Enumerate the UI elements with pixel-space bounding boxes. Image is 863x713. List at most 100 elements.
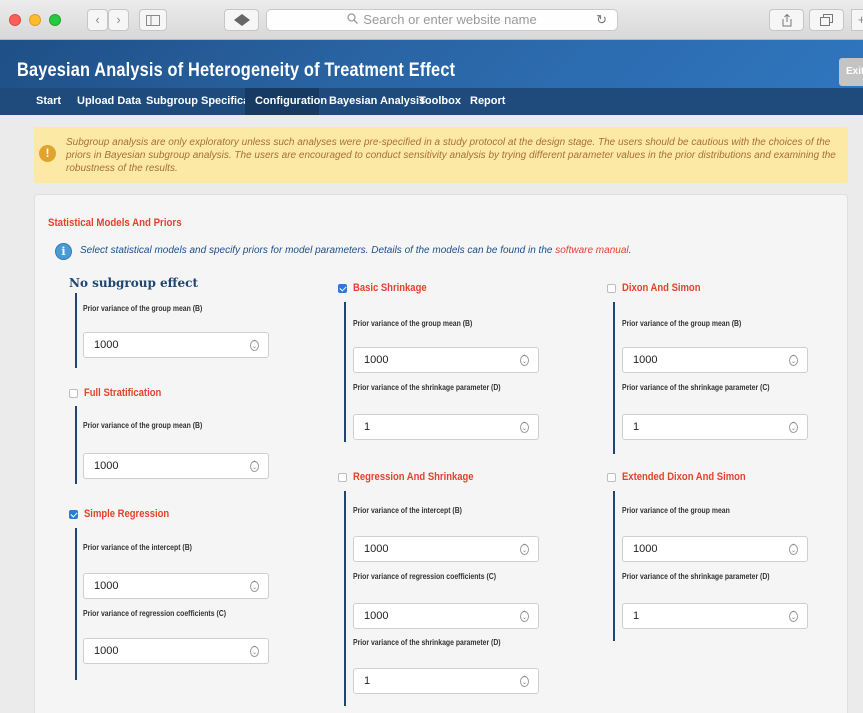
chevron-left-icon: ‹ — [95, 12, 100, 27]
tab-start[interactable]: Start — [26, 88, 71, 115]
input-value: 1000 — [633, 543, 658, 555]
search-icon — [347, 10, 359, 30]
panel-title: Statistical Models And Priors — [48, 217, 182, 229]
regression-shrinkage-d-label: Prior variance of the shrinkage paramete… — [353, 638, 501, 647]
simple-regression-b-label: Prior variance of the intercept (B) — [83, 543, 192, 552]
stepper-icon[interactable]: ⌃ ⌄ — [250, 581, 259, 592]
sidebar-icon — [146, 15, 160, 26]
tabs-icon — [820, 14, 833, 26]
extended-dixon-simon-bar — [613, 491, 615, 641]
regression-shrinkage-d-input[interactable]: 1 ⌃ ⌄ — [353, 668, 539, 694]
stepper-icon[interactable]: ⌃ ⌄ — [520, 676, 529, 687]
software-manual-link[interactable]: software manual — [555, 245, 628, 256]
share-button[interactable] — [769, 9, 804, 31]
extended-dixon-simon-toggle[interactable]: Extended Dixon And Simon — [607, 470, 766, 484]
input-value: 1000 — [94, 460, 119, 472]
dixon-simon-b-input[interactable]: 1000 ⌃ ⌄ — [622, 347, 808, 373]
full-stratification-checkbox[interactable] — [69, 388, 78, 398]
input-value: 1 — [364, 421, 371, 433]
stepper-icon[interactable]: ⌃ ⌄ — [789, 355, 798, 366]
tab-report[interactable]: Report — [460, 88, 515, 115]
tabs-button[interactable] — [809, 9, 844, 31]
basic-shrinkage-d-label: Prior variance of the shrinkage paramete… — [353, 383, 501, 392]
simple-regression-bar — [75, 528, 77, 680]
share-icon — [782, 13, 791, 27]
simple-regression-toggle[interactable]: Simple Regression — [69, 507, 183, 521]
stepper-icon[interactable]: ⌃ ⌄ — [789, 422, 798, 433]
stepper-icon[interactable]: ⌃ ⌄ — [520, 355, 529, 366]
dixon-simon-bar — [613, 302, 615, 454]
basic-shrinkage-bar — [344, 302, 346, 442]
main-nav: Start Upload Data Subgroup Specification… — [0, 88, 863, 115]
models-panel: Statistical Models And Priors i Select s… — [34, 194, 848, 713]
simple-regression-label: Simple Regression — [84, 508, 170, 520]
url-placeholder: Search or enter website name — [363, 12, 537, 27]
stepper-icon[interactable]: ⌃ ⌄ — [520, 544, 529, 555]
no-subgroup-b-input[interactable]: 1000 ⌃ ⌄ — [83, 332, 269, 358]
sidebar-button[interactable] — [139, 9, 167, 31]
regression-shrinkage-b-label: Prior variance of the intercept (B) — [353, 506, 462, 515]
dixon-simon-b-label: Prior variance of the group mean (B) — [622, 319, 742, 328]
regression-shrinkage-checkbox[interactable] — [338, 472, 347, 482]
warning-alert: ! Subgroup analysis are only exploratory… — [34, 127, 848, 183]
dixon-simon-toggle[interactable]: Dixon And Simon — [607, 281, 713, 295]
exit-button[interactable]: Exit — [839, 58, 863, 86]
basic-shrinkage-checkbox[interactable] — [338, 283, 347, 293]
home-icon — [233, 14, 250, 26]
back-button[interactable]: ‹ — [87, 9, 108, 31]
simple-regression-b-input[interactable]: 1000 ⌃ ⌄ — [83, 573, 269, 599]
full-stratification-bar — [75, 406, 77, 484]
stepper-icon[interactable]: ⌃ ⌄ — [250, 646, 259, 657]
regression-shrinkage-c-input[interactable]: 1000 ⌃ ⌄ — [353, 603, 539, 629]
tab-configuration[interactable]: Configuration — [245, 88, 327, 115]
dixon-simon-c-input[interactable]: 1 ⌃ ⌄ — [622, 414, 808, 440]
basic-shrinkage-d-input[interactable]: 1 ⌃ ⌄ — [353, 414, 539, 440]
extended-dixon-simon-checkbox[interactable] — [607, 472, 616, 482]
stepper-icon[interactable]: ⌃ ⌄ — [250, 340, 259, 351]
app-header: Bayesian Analysis of Heterogeneity of Tr… — [0, 40, 863, 88]
input-value: 1000 — [364, 354, 389, 366]
full-stratification-toggle[interactable]: Full Stratification — [69, 386, 174, 400]
zoom-window-button[interactable] — [49, 14, 61, 26]
close-window-button[interactable] — [9, 14, 21, 26]
new-tab-button[interactable]: + — [851, 9, 863, 31]
extended-dixon-simon-d-input[interactable]: 1 ⌃ ⌄ — [622, 603, 808, 629]
simple-regression-checkbox[interactable] — [69, 509, 78, 519]
chevron-right-icon: › — [116, 12, 121, 27]
info-icon: i — [55, 243, 72, 260]
stepper-icon[interactable]: ⌃ ⌄ — [520, 611, 529, 622]
stepper-icon[interactable]: ⌃ ⌄ — [789, 611, 798, 622]
reload-icon[interactable]: ↻ — [596, 10, 607, 30]
no-subgroup-heading: No subgroup effect — [69, 276, 198, 290]
home-button[interactable] — [224, 9, 259, 31]
input-value: 1000 — [633, 354, 658, 366]
extended-dixon-simon-d-label: Prior variance of the shrinkage paramete… — [622, 572, 770, 581]
full-stratification-b-input[interactable]: 1000 ⌃ ⌄ — [83, 453, 269, 479]
info-text-end: . — [628, 245, 632, 256]
basic-shrinkage-toggle[interactable]: Basic Shrinkage — [338, 281, 439, 295]
no-subgroup-b-label: Prior variance of the group mean (B) — [83, 304, 203, 313]
input-value: 1000 — [94, 645, 119, 657]
regression-shrinkage-b-input[interactable]: 1000 ⌃ ⌄ — [353, 536, 539, 562]
basic-shrinkage-label: Basic Shrinkage — [353, 282, 427, 294]
minimize-window-button[interactable] — [29, 14, 41, 26]
dixon-simon-checkbox[interactable] — [607, 283, 616, 293]
basic-shrinkage-b-input[interactable]: 1000 ⌃ ⌄ — [353, 347, 539, 373]
input-value: 1000 — [94, 580, 119, 592]
simple-regression-c-input[interactable]: 1000 ⌃ ⌄ — [83, 638, 269, 664]
basic-shrinkage-b-label: Prior variance of the group mean (B) — [353, 319, 473, 328]
no-subgroup-bar — [75, 293, 77, 368]
stepper-icon[interactable]: ⌃ ⌄ — [520, 422, 529, 433]
regression-shrinkage-c-label: Prior variance of regression coefficient… — [353, 572, 497, 581]
regression-shrinkage-toggle[interactable]: Regression And Shrinkage — [338, 470, 493, 484]
stepper-icon[interactable]: ⌃ ⌄ — [250, 461, 259, 472]
extended-dixon-simon-b-input[interactable]: 1000 ⌃ ⌄ — [622, 536, 808, 562]
warning-text: Subgroup analysis are only exploratory u… — [66, 137, 836, 174]
browser-toolbar: ‹ › Search or enter website name ↻ + — [0, 0, 863, 40]
plus-icon: + — [857, 12, 863, 27]
forward-button[interactable]: › — [108, 9, 129, 31]
url-bar[interactable]: Search or enter website name ↻ — [266, 9, 618, 31]
stepper-icon[interactable]: ⌃ ⌄ — [789, 544, 798, 555]
warning-icon: ! — [39, 145, 56, 162]
regression-shrinkage-bar — [344, 491, 346, 706]
